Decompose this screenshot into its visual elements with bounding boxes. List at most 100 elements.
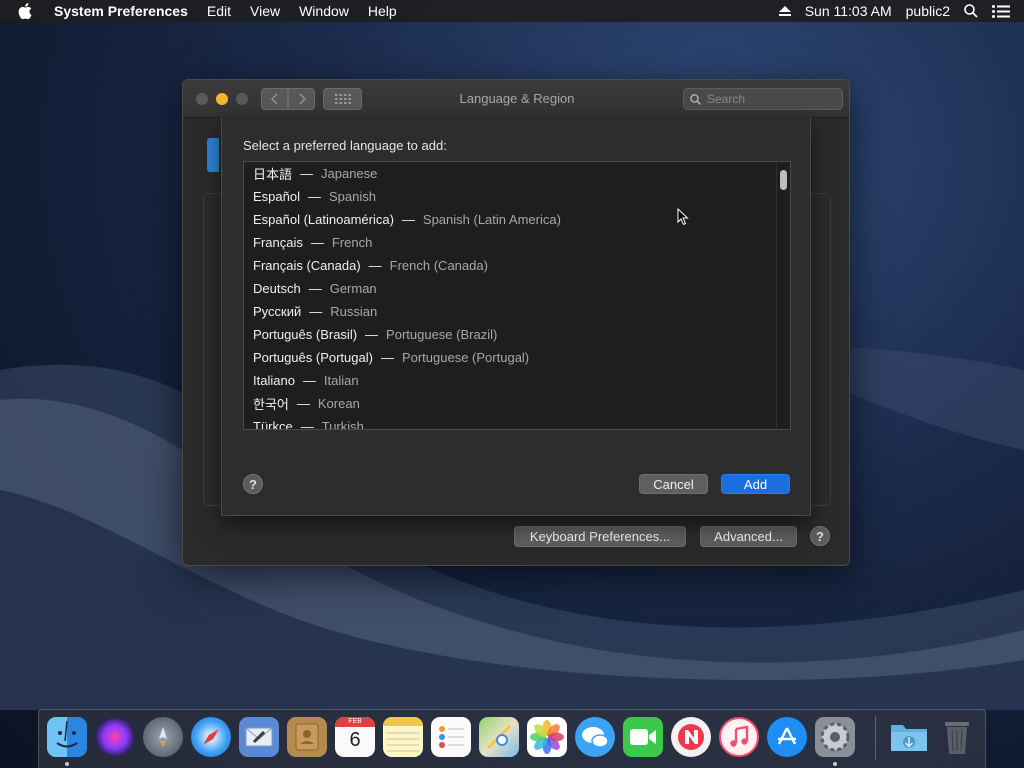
spotlight-search-icon[interactable] (964, 4, 978, 18)
window-titlebar: Language & Region Search (183, 80, 849, 118)
language-native-name: Deutsch (253, 281, 301, 296)
language-english-name: French (Canada) (389, 258, 488, 273)
language-native-name: Español (Latinoamérica) (253, 212, 394, 227)
downloads-folder-icon[interactable] (889, 717, 929, 757)
language-list-item[interactable]: Français (Canada) — French (Canada) (244, 254, 790, 277)
language-separator: — (365, 327, 379, 342)
language-separator: — (380, 350, 394, 365)
advanced-button[interactable]: Advanced... (700, 526, 797, 547)
language-english-name: Portuguese (Brazil) (386, 327, 498, 342)
language-native-name: Français (Canada) (253, 258, 361, 273)
language-english-name: Italian (323, 373, 359, 388)
cancel-button[interactable]: Cancel (639, 474, 708, 494)
language-separator: — (308, 281, 322, 296)
news-icon[interactable] (671, 717, 711, 757)
finder-running-indicator (65, 762, 69, 766)
language-native-name: 日本語 (253, 167, 293, 182)
system-preferences-running-indicator (833, 762, 837, 766)
language-separator: — (302, 373, 316, 388)
dock: FEB 6 (38, 709, 986, 768)
language-english-name: Russian (330, 304, 378, 319)
language-native-name: Türkçe (253, 419, 293, 430)
language-separator: — (310, 235, 324, 250)
calendar-day: 6 (349, 729, 361, 751)
search-field[interactable]: Search (683, 88, 843, 110)
trash-icon[interactable] (937, 717, 977, 757)
help-button[interactable]: ? (810, 526, 830, 546)
language-english-name: Korean (317, 396, 360, 411)
system-preferences-icon[interactable] (815, 717, 855, 757)
language-separator: — (296, 396, 310, 411)
app-store-icon[interactable] (767, 717, 807, 757)
menu-view[interactable]: View (250, 3, 280, 19)
language-list-item[interactable]: Русский — Russian (244, 300, 790, 323)
maps-icon[interactable] (479, 717, 519, 757)
notification-center-icon[interactable] (992, 4, 1010, 18)
language-english-name: Turkish (321, 419, 364, 430)
language-list-item[interactable]: Português (Brasil) — Portuguese (Brazil) (244, 323, 790, 346)
language-native-name: 한국어 (253, 397, 289, 412)
language-english-name: Spanish (Latin America) (422, 212, 561, 227)
language-separator: — (300, 419, 314, 430)
messages-icon[interactable] (575, 717, 615, 757)
launchpad-icon[interactable] (143, 717, 183, 757)
dock-separator (875, 716, 876, 760)
itunes-icon[interactable] (719, 717, 759, 757)
language-list-item[interactable]: Español — Spanish (244, 185, 790, 208)
menu-clock[interactable]: Sun 11:03 AM (805, 3, 892, 19)
calendar-icon[interactable]: FEB 6 (335, 717, 375, 757)
language-list-item[interactable]: Português (Portugal) — Portuguese (Portuga… (244, 346, 790, 369)
scrollbar-thumb[interactable] (780, 170, 787, 190)
language-list-item[interactable]: Español (Latinoamérica) — Spanish (Latin A… (244, 208, 790, 231)
mail-icon[interactable] (239, 717, 279, 757)
language-separator: — (300, 166, 314, 181)
language-list-item[interactable]: Türkçe — Turkish (244, 415, 790, 430)
menu-window[interactable]: Window (299, 3, 349, 19)
sheet-prompt: Select a preferred language to add: (243, 138, 447, 153)
language-native-name: Português (Portugal) (253, 350, 373, 365)
contacts-icon[interactable] (287, 717, 327, 757)
menu-edit[interactable]: Edit (207, 3, 231, 19)
language-flag-icon (207, 138, 219, 172)
language-separator: — (401, 212, 415, 227)
language-native-name: Italiano (253, 373, 295, 388)
language-separator: — (368, 258, 382, 273)
finder-icon[interactable] (47, 717, 87, 757)
sheet-help-button[interactable]: ? (243, 474, 263, 494)
language-separator: — (307, 189, 321, 204)
facetime-icon[interactable] (623, 717, 663, 757)
language-list-item[interactable]: Italiano — Italian (244, 369, 790, 392)
language-separator: — (309, 304, 323, 319)
keyboard-preferences-button[interactable]: Keyboard Preferences... (514, 526, 686, 547)
language-native-name: Français (253, 235, 303, 250)
language-list[interactable]: 日本語 — Japanese Español — Spanish Español (Lati… (243, 161, 791, 430)
eject-icon[interactable] (778, 6, 791, 16)
menu-app-name[interactable]: System Preferences (54, 3, 188, 19)
language-english-name: German (329, 281, 377, 296)
apple-menu-icon[interactable] (18, 3, 38, 19)
language-list-item[interactable]: Deutsch — German (244, 277, 790, 300)
menu-user[interactable]: public2 (906, 3, 950, 19)
menu-help[interactable]: Help (368, 3, 397, 19)
language-list-item[interactable]: 日本語 — Japanese (244, 162, 790, 185)
language-native-name: Русский (253, 304, 302, 319)
menu-bar: System Preferences Edit View Window Help… (0, 0, 1024, 22)
add-language-sheet: Select a preferred language to add: 日本語 —… (221, 117, 811, 516)
language-native-name: Português (Brasil) (253, 327, 358, 342)
language-english-name: Portuguese (Portugal) (401, 350, 530, 365)
language-list-scrollbar[interactable] (776, 162, 790, 429)
safari-icon[interactable] (191, 717, 231, 757)
siri-icon[interactable] (95, 717, 135, 757)
reminders-icon[interactable] (431, 717, 471, 757)
photos-icon[interactable] (527, 717, 567, 757)
notes-icon[interactable] (383, 717, 423, 757)
search-placeholder: Search (707, 92, 746, 106)
add-button[interactable]: Add (721, 474, 790, 494)
calendar-month: FEB (335, 717, 375, 727)
language-english-name: French (331, 235, 373, 250)
language-english-name: Japanese (321, 166, 378, 181)
language-list-item[interactable]: 한국어 — Korean (244, 392, 790, 415)
language-english-name: Spanish (328, 189, 376, 204)
mouse-cursor-icon (677, 208, 689, 226)
language-list-item[interactable]: Français — French (244, 231, 790, 254)
